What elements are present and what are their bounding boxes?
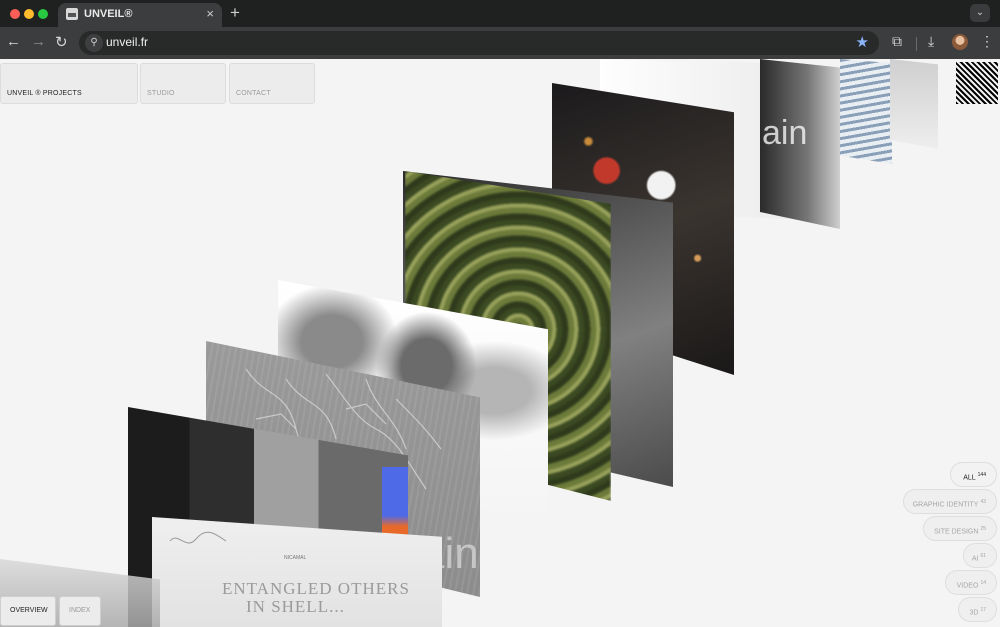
project-panel-far-3[interactable] [840, 59, 892, 164]
filter-video[interactable]: VIDEO 14 [945, 570, 997, 595]
preview-thumbnail[interactable] [956, 62, 998, 104]
url-text[interactable]: unveil.fr [106, 35, 148, 49]
project-panel-far-4[interactable] [890, 59, 938, 149]
back-button[interactable]: ← [6, 33, 21, 50]
panel-serif-heading-2: IN SHELL... [246, 597, 345, 616]
maximize-window-button[interactable] [38, 9, 48, 19]
tab-overview-label: OVERVIEW [10, 607, 48, 614]
tab-title: UNVEIL® [84, 8, 133, 20]
filter-label: SITE DESIGN [934, 528, 979, 536]
filter-label: AI [971, 555, 979, 563]
filter-all[interactable]: ALL 144 [950, 462, 997, 487]
address-bar[interactable]: ⚲ unveil.fr ★ [79, 31, 879, 55]
filter-count: 25 [980, 526, 986, 532]
tab-index-label: INDEX [69, 607, 91, 614]
download-icon[interactable]: ⤓ [928, 33, 934, 50]
browser-toolbar: ← → ↻ ⚲ unveil.fr ★ ⧉ ⤓ ⋮ [0, 27, 1000, 59]
bookmark-star-icon[interactable]: ★ [856, 33, 869, 51]
filter-3d[interactable]: 3D 17 [958, 597, 997, 622]
panel-small-label: NICAMAL [284, 555, 307, 561]
nav-contact-label: CONTACT [236, 90, 271, 97]
site-info-icon[interactable]: ⚲ [85, 34, 103, 52]
nav-contact[interactable]: CONTACT [229, 63, 315, 104]
profile-avatar[interactable] [952, 34, 968, 50]
favicon-icon [66, 8, 78, 20]
forward-button[interactable]: → [31, 33, 46, 50]
filter-count: 61 [980, 553, 986, 559]
tab-index[interactable]: INDEX [59, 596, 101, 626]
new-tab-button[interactable]: + [230, 3, 240, 23]
panel-serif-heading: ENTANGLED OTHERS [222, 579, 410, 598]
filter-ai[interactable]: AI 61 [963, 543, 997, 568]
filter-label: GRAPHIC IDENTITY [912, 501, 979, 509]
browser-menu-icon[interactable]: ⋮ [980, 33, 994, 50]
page-content: ain ain NICAMAL ENTANGLED OTHERS IN SHEL… [0, 59, 1000, 627]
browser-tab-bar: UNVEIL® × + ⌄ [0, 0, 1000, 27]
extensions-icon[interactable]: ⧉ [892, 33, 902, 50]
toolbar-divider [916, 37, 917, 51]
filter-site-design[interactable]: SITE DESIGN 25 [923, 516, 997, 541]
minimize-window-button[interactable] [24, 9, 34, 19]
filter-count: 14 [980, 580, 986, 586]
filter-label: ALL [963, 474, 976, 482]
wave-glyph [169, 531, 227, 544]
nav-projects[interactable]: UNVEIL ® PROJECTS [0, 63, 138, 104]
nav-studio-label: STUDIO [147, 90, 175, 97]
filter-label: VIDEO [956, 582, 979, 590]
tab-overview[interactable]: OVERVIEW [0, 596, 56, 626]
close-window-button[interactable] [10, 9, 20, 19]
filter-count: 144 [977, 472, 986, 478]
tab-search-button[interactable]: ⌄ [970, 4, 990, 22]
filter-count: 43 [980, 499, 986, 505]
nav-studio[interactable]: STUDIO [140, 63, 226, 104]
nav-projects-label: UNVEIL ® PROJECTS [7, 90, 82, 97]
filter-label: 3D [969, 609, 979, 617]
reload-button[interactable]: ↻ [55, 33, 68, 51]
browser-tab[interactable]: UNVEIL® × [58, 3, 222, 27]
panel-overlay-text: ain [762, 114, 808, 152]
filter-count: 17 [980, 607, 986, 613]
filter-graphic-identity[interactable]: GRAPHIC IDENTITY 43 [903, 489, 997, 514]
tab-close-icon[interactable]: × [206, 6, 214, 21]
